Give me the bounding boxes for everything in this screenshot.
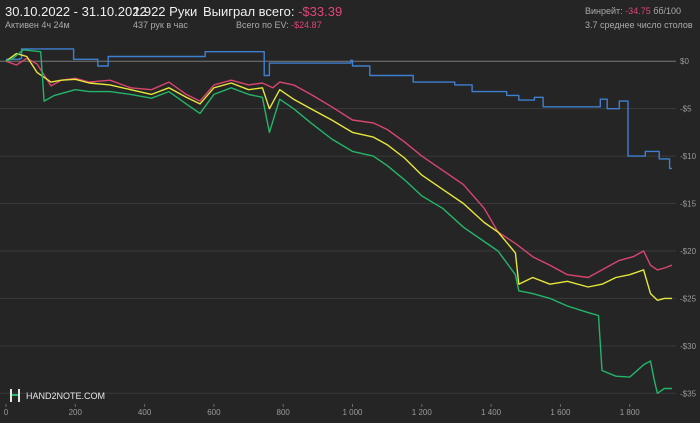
x-tick-label: 400: [138, 408, 152, 417]
y-tick-label: -$15: [680, 200, 697, 209]
x-tick-label: 800: [277, 408, 291, 417]
bankroll-chart: $0 -$5 -$10 -$15 -$20 -$25 -$30 -$35 0 200 400 600…: [0, 48, 697, 417]
series-line-green: [5, 49, 672, 394]
x-tick-label: 600: [207, 408, 221, 417]
x-tick-label: 0: [4, 408, 9, 417]
logo-bar-mid: [12, 394, 18, 396]
y-tick-label: -$20: [680, 247, 697, 256]
x-axis-ticks: 0 200 400 600 800 1 000 1 200 1 400 1 600 1 800: [4, 404, 641, 417]
x-tick-label: 200: [69, 408, 83, 417]
x-tick-label: 1 400: [481, 408, 502, 417]
logo-bar-right: [18, 389, 20, 402]
y-tick-label: -$5: [680, 105, 692, 114]
y-tick-label: -$25: [680, 294, 697, 303]
x-tick-label: 1 600: [550, 408, 571, 417]
series-line-yellow: [5, 52, 672, 301]
y-tick-label: -$10: [680, 152, 697, 161]
y-tick-label: $0: [680, 57, 689, 66]
logo-text: HAND2NOTE.COM: [26, 391, 105, 401]
y-axis-ticks: $0 -$5 -$10 -$15 -$20 -$25 -$30 -$35: [680, 57, 697, 398]
x-tick-label: 1 200: [412, 408, 433, 417]
series-lines: [5, 48, 673, 394]
y-tick-label: -$35: [680, 389, 697, 398]
hand2note-logo: HAND2NOTE.COM: [10, 389, 105, 402]
x-tick-label: 1 800: [620, 408, 641, 417]
y-tick-label: -$30: [680, 342, 697, 351]
logo-bar-left: [10, 389, 12, 402]
x-tick-label: 1 000: [342, 408, 363, 417]
